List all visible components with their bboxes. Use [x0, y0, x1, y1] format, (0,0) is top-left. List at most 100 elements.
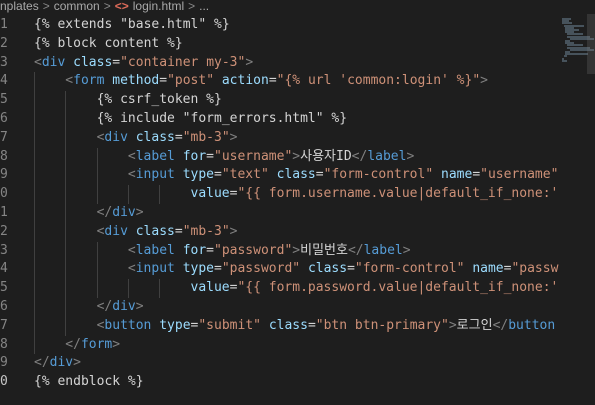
- code-content: value="{{ form.username.value|default_if…: [191, 185, 561, 204]
- code-token: input: [135, 167, 175, 183]
- indent-guide: [34, 279, 35, 298]
- code-token: form: [73, 73, 105, 89]
- code-token: >: [112, 336, 121, 352]
- indent-guide: [34, 166, 35, 186]
- code-token: >: [402, 242, 411, 258]
- indent-guide: [65, 241, 67, 261]
- code-line[interactable]: 0 {% endblock %}: [0, 373, 560, 392]
- code-token: </: [492, 317, 509, 333]
- indent-guide: [65, 110, 67, 129]
- code-token: "passw: [511, 261, 559, 277]
- code-line[interactable]: 2 {% block content %}: [0, 35, 560, 54]
- code-token: label: [135, 242, 175, 258]
- code-line[interactable]: 1 {% extends "base.html" %}: [0, 16, 560, 35]
- code-editor[interactable]: 1 {% extends "base.html" %} 2 {% block cont…: [0, 14, 560, 405]
- indent-guide: [65, 185, 67, 204]
- chevron-right-icon: >: [103, 0, 111, 13]
- code-token: div: [49, 355, 74, 371]
- code-line[interactable]: 7 <button type="submit" class="btn btn-pr…: [0, 316, 560, 336]
- code-line[interactable]: 0 value="{{ form.username.value|default_i…: [0, 185, 560, 204]
- code-token: method: [112, 73, 160, 89]
- code-line[interactable]: 2 <div class="mb-3">: [0, 222, 560, 242]
- code-token: =: [268, 73, 277, 89]
- indent-guide: [159, 185, 161, 204]
- code-content: {% block content %}: [34, 35, 183, 54]
- code-line[interactable]: 9 <input type="text" class="form-control"…: [0, 166, 560, 186]
- code-token: <: [127, 148, 136, 164]
- code-token: name: [472, 261, 504, 277]
- code-token: for: [182, 148, 207, 164]
- line-number: 3: [0, 242, 8, 258]
- code-line[interactable]: 3 <label for="password">비밀번호</label>: [0, 241, 560, 261]
- code-token: >: [245, 54, 254, 70]
- code-content: <label for="username">사용자ID</label>: [128, 148, 414, 167]
- code-token: >: [229, 223, 238, 239]
- indent-guide: [34, 72, 35, 92]
- code-line[interactable]: 8 </form>: [0, 335, 560, 355]
- line-number: 2: [0, 35, 8, 51]
- chevron-right-icon: >: [42, 0, 50, 13]
- indent-guide: [34, 185, 35, 204]
- code-token: class: [135, 223, 175, 239]
- breadcrumb-item-common[interactable]: common: [54, 0, 100, 12]
- code-token: =: [206, 148, 214, 164]
- code-token: type: [182, 167, 214, 183]
- code-line[interactable]: 8 <label for="username">사용자ID</label>: [0, 147, 560, 167]
- code-token: </: [96, 299, 113, 314]
- code-token: label: [367, 148, 407, 164]
- indent-guide: [34, 204, 35, 223]
- code-content: {% extends "base.html" %}: [34, 16, 230, 35]
- code-content: <div class="container my-3">: [34, 54, 253, 73]
- line-number: 8: [0, 336, 8, 352]
- indent-guide: [96, 279, 98, 298]
- breadcrumb-item-file[interactable]: login.html: [133, 0, 184, 12]
- code-line[interactable]: 3 <div class="container my-3">: [0, 54, 560, 73]
- code-line[interactable]: 9 </div>: [0, 354, 560, 373]
- indent-guide: [127, 185, 129, 204]
- code-content: value="{{ form.password.value|default_if…: [191, 279, 561, 298]
- code-line[interactable]: 5 value="{{ form.password.value|default_i…: [0, 279, 560, 298]
- breadcrumb-item-templates[interactable]: nplates: [0, 0, 39, 12]
- code-token: "submit": [198, 317, 261, 333]
- indent-guide: [96, 147, 98, 167]
- code-line[interactable]: 7 <div class="mb-3">: [0, 128, 560, 148]
- code-token: div: [41, 54, 66, 70]
- code-token: 사용자ID: [300, 148, 352, 164]
- code-token: "mb-3": [182, 223, 230, 239]
- indent-guide: [65, 204, 67, 223]
- code-token: "text": [221, 167, 269, 183]
- line-number: 4: [0, 261, 8, 277]
- scrollbar-thumb[interactable]: [587, 14, 595, 74]
- code-token: "form-control": [354, 261, 465, 277]
- code-token: "mb-3": [182, 129, 230, 145]
- breadcrumb-item-more[interactable]: ...: [199, 0, 209, 12]
- code-line[interactable]: 5 {% csrf_token %}: [0, 91, 560, 110]
- minimap-line: [565, 53, 588, 56]
- code-token: name: [441, 167, 473, 183]
- code-token: label: [363, 242, 403, 258]
- indent-guide: [65, 166, 67, 186]
- code-token: <: [34, 54, 42, 70]
- code-token: "{{ form.username.value|default_if_none:…: [237, 186, 560, 202]
- code-token: <: [127, 242, 136, 258]
- code-token: "password": [214, 242, 293, 258]
- code-line[interactable]: 6 {% include "form_errors.html" %}: [0, 110, 560, 129]
- code-content: </div>: [97, 204, 144, 223]
- code-line[interactable]: 4 <form method="post" action="{% url 'com…: [0, 72, 560, 92]
- indent-guide: [65, 279, 67, 298]
- line-number: 5: [0, 280, 8, 296]
- code-line[interactable]: 6 </div>: [0, 298, 560, 317]
- code-token: value: [190, 280, 230, 296]
- indent-guide: [65, 316, 67, 336]
- code-line[interactable]: 1 </div>: [0, 204, 560, 223]
- code-token: <: [65, 73, 74, 89]
- code-token: "post": [167, 73, 215, 89]
- code-line[interactable]: 4 <input type="password" class="form-cont…: [0, 260, 560, 280]
- html-file-icon: <>: [114, 0, 129, 13]
